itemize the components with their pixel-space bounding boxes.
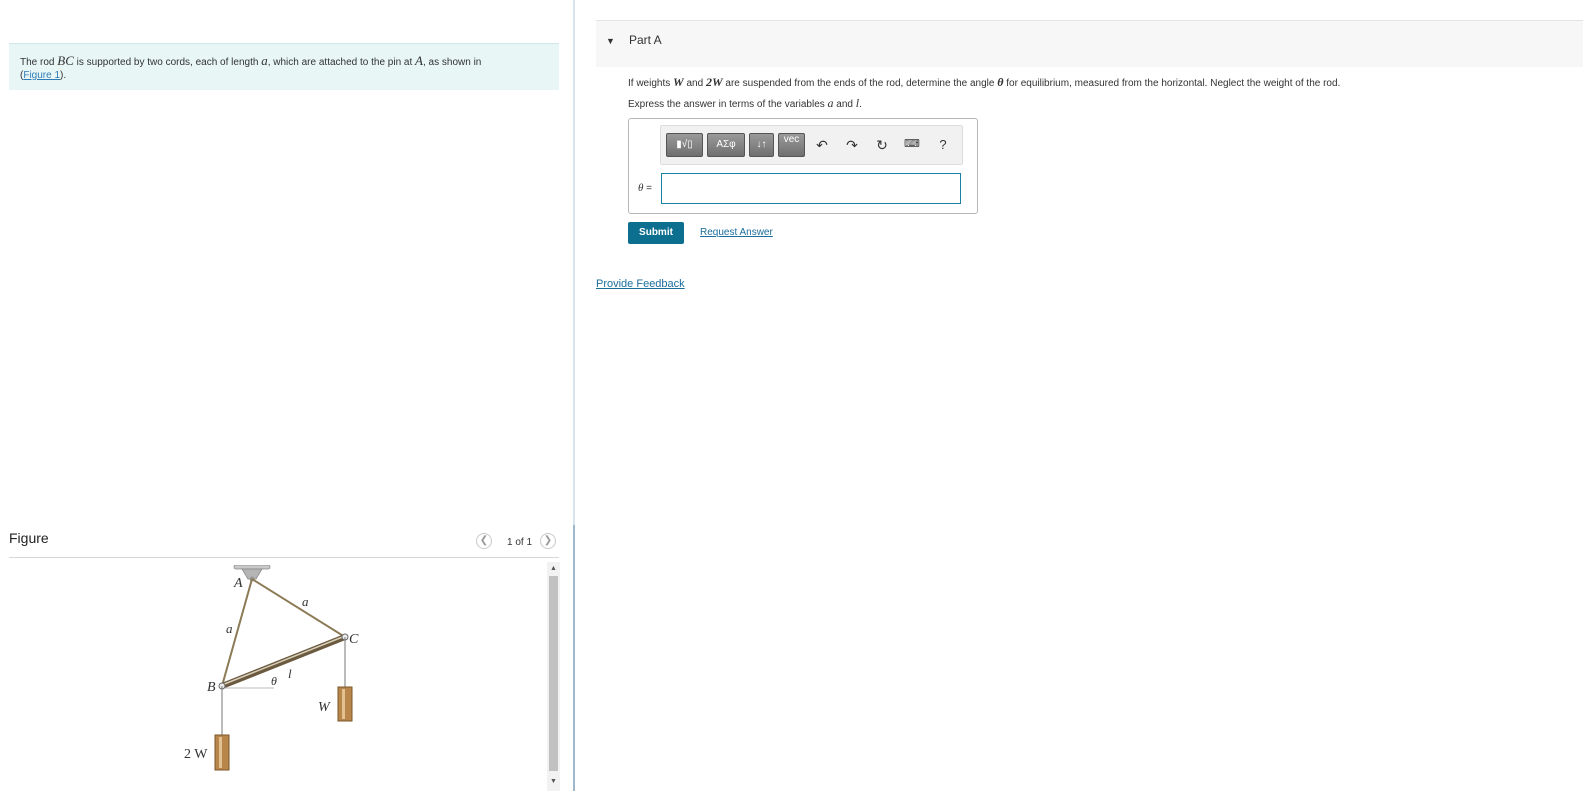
figure-divider [9,557,559,558]
reset-icon[interactable]: ↻ [874,137,890,154]
vector-button[interactable]: vec [778,133,805,157]
figure-image: A B C a a θ l W 2 W [184,565,359,771]
answer-label: θ = [638,182,652,194]
rod-bc [219,634,348,689]
label-a-left: a [226,621,233,636]
instructions-text: Express the answer in terms of the varia… [628,99,828,110]
part-header[interactable] [596,20,1583,67]
answer-input[interactable] [661,173,961,204]
scroll-thumb[interactable] [549,576,558,771]
weight-2w [214,734,230,771]
label-b-point: B [207,680,216,695]
label-2w: 2 W [184,747,208,762]
label-theta: θ [271,674,277,688]
intro-text: , which are attached to the pin at [267,57,416,68]
intro-text: The rod [20,57,58,68]
label-w: W [318,700,331,715]
var-a-point: A [415,53,423,68]
question-text-part: If weights [628,78,674,89]
question-text-part: are suspended from the ends of the rod, … [722,78,998,89]
next-figure-button[interactable]: ❯ [540,533,556,549]
intro-text: is supported by two cords, each of lengt… [73,57,262,68]
redo-icon[interactable]: ↷ [844,137,860,154]
part-title: Part A [629,33,662,47]
pane-divider-handle[interactable] [573,525,575,791]
request-answer-link[interactable]: Request Answer [700,227,773,238]
question-text: If weights W and 2W are suspended from t… [628,75,1340,90]
templates-button[interactable]: ▮√▯ [666,133,703,157]
weight-w [337,686,353,722]
chevron-left-icon: ❮ [479,535,489,546]
chevron-right-icon: ❯ [543,535,553,546]
prev-figure-button[interactable]: ❮ [476,533,492,549]
provide-feedback-link[interactable]: Provide Feedback [596,278,685,290]
label-c-point: C [349,632,359,647]
cord-ac [251,578,346,638]
intro-text: ). [60,70,67,81]
help-button[interactable]: ? [935,137,951,152]
figure-link[interactable]: Figure 1 [23,70,60,81]
problem-statement: The rod BC is supported by two cords, ea… [9,43,559,90]
answer-instructions: Express the answer in terms of the varia… [628,96,862,111]
label-l: l [288,666,292,681]
scroll-down-icon[interactable]: ▼ [549,777,558,786]
label-a-point: A [233,576,243,591]
question-text-part: for equilibrium, measured from the horiz… [1003,78,1341,89]
label-a-right: a [302,594,309,609]
var-2w: 2W [705,75,723,89]
equals-sign: = [643,183,653,194]
var-w: W [673,75,684,89]
keyboard-icon[interactable]: ⌨ [904,137,920,150]
submit-button[interactable]: Submit [628,222,684,244]
var-bc: BC [57,53,74,68]
figure-heading: Figure [9,530,49,546]
question-text-part: and [683,78,706,89]
scroll-up-icon[interactable]: ▲ [549,564,558,573]
instructions-text: and [833,99,856,110]
intro-text: , as shown in [423,57,482,68]
left-pane: The rod BC is supported by two cords, ea… [0,0,570,791]
caret-down-icon[interactable]: ▼ [606,36,615,46]
undo-icon[interactable]: ↶ [814,137,830,154]
greek-symbols-button[interactable]: ΑΣφ [707,133,745,157]
arrows-button[interactable]: ↓↑ [749,133,774,157]
figure-pager: 1 of 1 [507,537,533,548]
instructions-text: . [859,99,862,110]
